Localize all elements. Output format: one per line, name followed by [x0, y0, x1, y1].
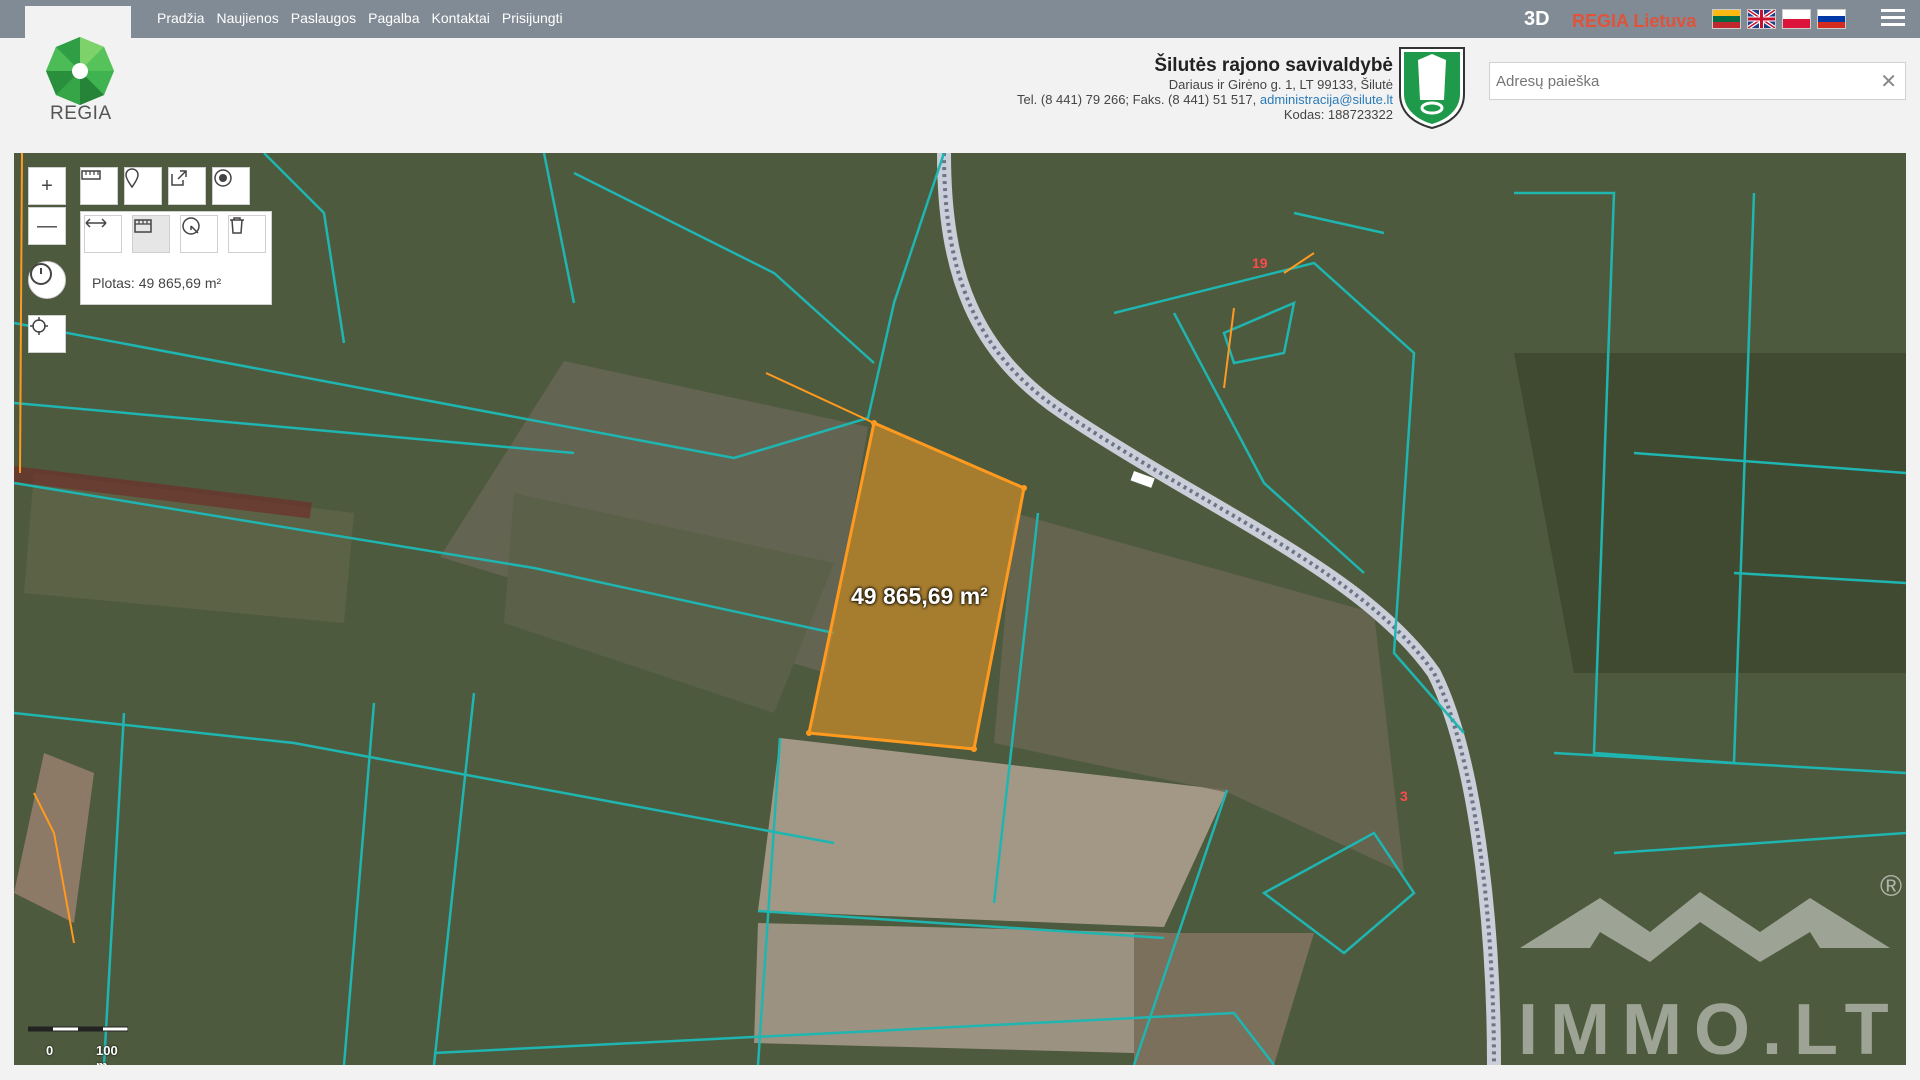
regia-lietuva-link[interactable]: REGIA Lietuva — [1572, 11, 1696, 32]
measure-ruler-icon — [81, 170, 101, 180]
identify-button[interactable] — [180, 215, 218, 253]
measure-area-button[interactable] — [132, 215, 170, 253]
municipality-contact: Tel. (8 441) 79 266; Faks. (8 441) 51 51… — [1017, 92, 1393, 107]
plus-icon: + — [41, 174, 53, 197]
municipality-email-link[interactable]: administracija@silute.lt — [1260, 92, 1393, 107]
parcel-number: 19 — [1252, 255, 1268, 271]
russia-flag-icon[interactable] — [1817, 9, 1846, 29]
map-view[interactable]: 19 3 + — Plotas: 49 865,69 m² 49 865,69 … — [14, 153, 1906, 1065]
scale-zero: 0 — [46, 1043, 54, 1058]
municipality-address: Dariaus ir Girėno g. 1, LT 99133, Šilutė — [1168, 77, 1393, 92]
municipality-info: Šilutės rajono savivaldybė Dariaus ir Gi… — [1017, 55, 1393, 122]
municipality-code: Kodas: 188723322 — [1283, 107, 1393, 122]
area-readout: Plotas: 49 865,69 m² — [92, 275, 222, 291]
language-flags — [1712, 9, 1852, 29]
location-target-icon — [214, 169, 232, 187]
measure-panel: Plotas: 49 865,69 m² — [80, 211, 272, 305]
nav-item-paslaugos[interactable]: Paslaugos — [291, 10, 356, 26]
nav-item-prisijungti[interactable]: Prisijungti — [502, 10, 563, 26]
watermark-text: IMMO.LT — [1518, 990, 1901, 1062]
logo-text: REGIA — [50, 103, 112, 124]
zoom-out-button[interactable]: — — [28, 207, 66, 245]
locate-button[interactable] — [28, 315, 66, 353]
location-target-button[interactable] — [212, 167, 250, 205]
scale-distance: 100 m — [96, 1043, 118, 1065]
scale-bar-graphic — [28, 1026, 128, 1032]
address-search-input[interactable] — [1490, 63, 1858, 99]
municipality-name: Šilutės rajono savivaldybė — [1154, 55, 1393, 76]
pin-icon — [125, 168, 139, 188]
measure-area-icon — [134, 219, 152, 233]
delete-button[interactable] — [228, 215, 266, 253]
nav-item-pagalba[interactable]: Pagalba — [368, 10, 419, 26]
immo-watermark: ® IMMO.LT — [1494, 862, 1906, 1062]
uk-flag-icon[interactable] — [1747, 9, 1776, 29]
measure-ruler-button[interactable] — [80, 167, 118, 205]
municipality-phone: Tel. (8 441) 79 266; Faks. (8 441) 51 51… — [1017, 92, 1257, 107]
trash-icon — [230, 217, 244, 234]
address-search: ✕ — [1489, 62, 1906, 100]
poland-flag-icon[interactable] — [1782, 9, 1811, 29]
measure-distance-button[interactable] — [84, 215, 122, 253]
municipality-coat-of-arms-icon — [1399, 47, 1465, 130]
lithuania-flag-icon[interactable] — [1712, 9, 1741, 29]
nav-item-naujienos[interactable]: Naujienos — [216, 10, 278, 26]
3d-button[interactable]: 3D — [1524, 8, 1550, 31]
nav-item-kontaktai[interactable]: Kontaktai — [432, 10, 490, 26]
nav-item-pradzia[interactable]: Pradžia — [157, 10, 204, 26]
identify-icon — [182, 217, 200, 235]
history-icon — [30, 263, 52, 285]
immo-logo-icon: ® IMMO.LT — [1518, 870, 1902, 1062]
parcel-area-label: 49 865,69 m² — [851, 583, 988, 609]
minus-icon: — — [37, 214, 57, 237]
locate-icon — [30, 317, 48, 335]
share-button[interactable] — [168, 167, 206, 205]
registered-mark: ® — [1880, 870, 1902, 903]
pin-button[interactable] — [124, 167, 162, 205]
parcel-number: 3 — [1400, 788, 1408, 804]
hamburger-icon[interactable] — [1881, 9, 1905, 29]
clear-search-icon[interactable]: ✕ — [1880, 69, 1897, 94]
main-nav: Pradžia Naujienos Paslaugos Pagalba Kont… — [157, 10, 575, 26]
share-icon — [171, 170, 187, 186]
history-button[interactable] — [28, 261, 66, 299]
measure-distance-icon — [85, 218, 107, 228]
zoom-in-button[interactable]: + — [28, 167, 66, 205]
